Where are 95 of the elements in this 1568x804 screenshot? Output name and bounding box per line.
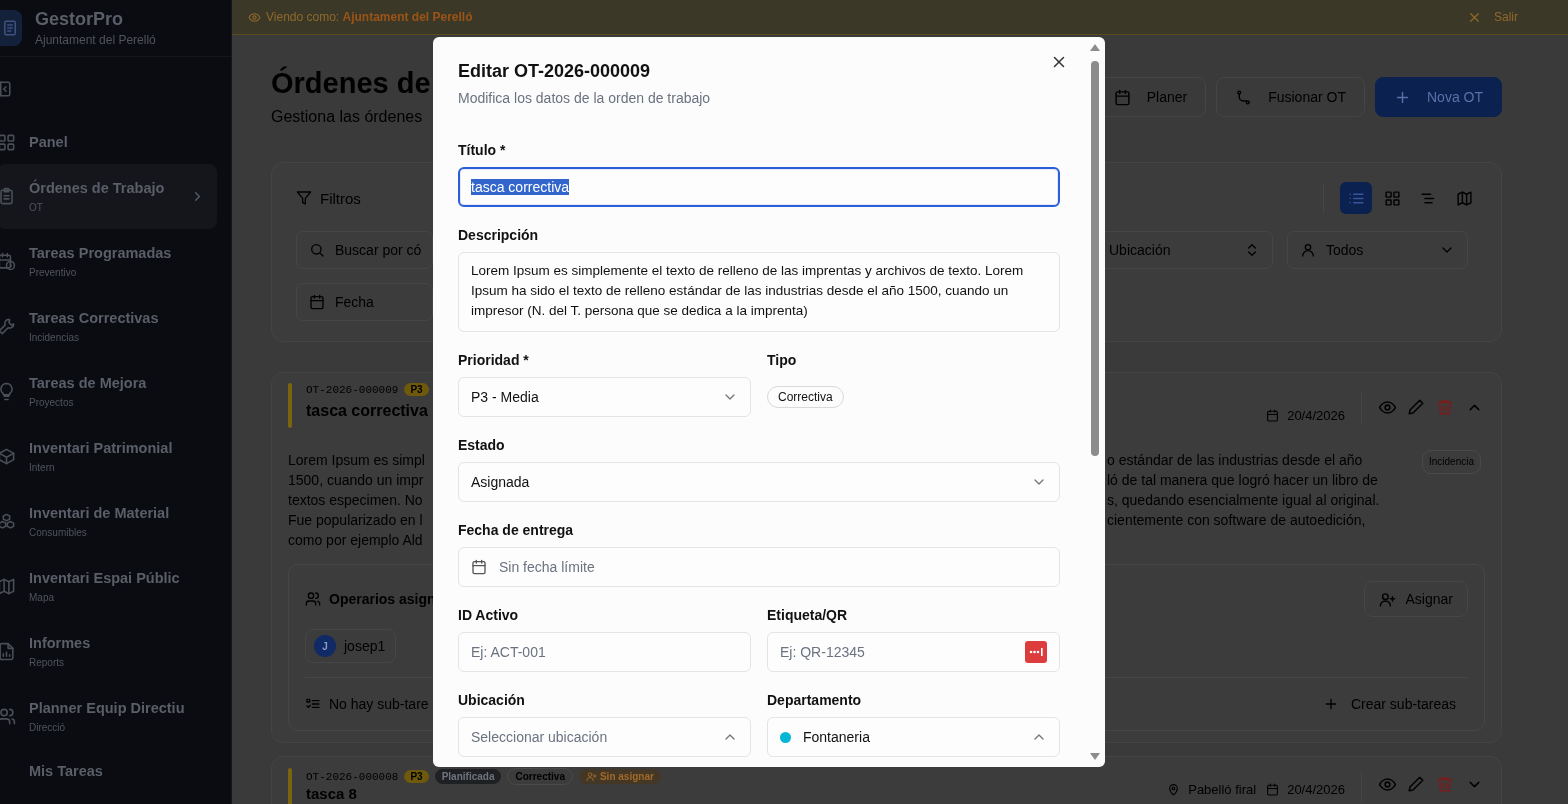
app-name: GestorPro [35,9,125,30]
status-badge: Planificada [434,769,502,784]
order-code: OT-2026-000009 [306,383,399,396]
calendar-clock-icon [0,252,16,271]
field-label: Departamento [767,692,863,709]
combobox[interactable]: Fontaneria [767,717,1060,757]
field-label: Estado [458,437,506,454]
title-field[interactable]: tasca correctiva [458,167,1060,207]
trash-icon [1436,398,1454,416]
cube-icon [0,447,16,466]
pencil-icon [1407,775,1425,793]
priority-bar [288,768,292,804]
viewing-as-text: Viendo como: Ajuntament del Perelló [266,10,473,24]
dropdown[interactable]: P3 - Media [458,377,751,417]
wrench-icon [0,317,16,336]
sidebar-item[interactable]: Inventari Patrimonial Intern [0,424,217,489]
sidebar-item[interactable]: Mis Tareas [0,749,217,793]
filter-icon [296,190,312,206]
order-title: tasca correctiva [306,402,429,420]
sidebar-item[interactable]: Informes Reports [0,619,217,684]
calendar-icon [1266,409,1280,422]
eye-icon [248,10,261,24]
sidebar-item[interactable]: Tareas Correctivas Incidencias [0,294,217,359]
due-date: 20/4/2026 [1287,782,1345,797]
sidebar-item[interactable]: Tareas Programadas Preventivo [0,229,217,294]
grid-icon [0,132,16,152]
action-button[interactable]: Nova OT [1375,77,1502,117]
avatar: J [314,635,336,657]
exit-button[interactable]: Salir [1467,9,1518,25]
calendar-icon [309,294,325,310]
map-icon [1455,189,1473,207]
action-button[interactable]: Fusionar OT [1216,77,1365,117]
assignee-select[interactable]: Todos [1287,231,1468,269]
order-code: OT-2026-000008 [306,770,399,783]
field-label: Fecha de entrega [458,522,575,539]
location-pin-icon [1167,783,1181,796]
field-label: Prioridad * [458,352,530,369]
dropdown[interactable]: Asignada [458,462,1060,502]
search-icon [309,242,325,258]
filters-label: Filtros [320,189,361,207]
date-field[interactable]: Sin fecha límite [458,547,1060,587]
page-title: Órdenes de [271,65,431,101]
order-title: tasca 8 [306,786,358,802]
priority-bar [288,383,292,428]
trash-icon [1436,775,1454,793]
user-icon [1300,242,1316,258]
qr-field[interactable]: Ej: QR-12345 [767,632,1060,672]
operator-name: josep1 [344,638,386,654]
merge-icon [1235,88,1253,106]
text-field[interactable]: Ej: ACT-001 [458,632,751,672]
assign-button[interactable]: Asignar [1363,581,1468,617]
description-text: o estándar de las industrias desde el año ló de tal manera que logró hacer un libro de s, quedando esencialmente igual al original. cientemente con software de autoedición, [1107,451,1381,530]
priority-badge: P3 [404,383,429,396]
category-tag: Incidencia [1421,450,1481,474]
clipboard-icon [0,187,16,206]
date-field[interactable]: Fecha [296,283,433,321]
field-label: Tipo [767,352,798,369]
sidebar-item[interactable]: Inventari de Material Consumibles [0,489,217,554]
grid-icon [1383,189,1401,207]
field-label: Ubicación [458,692,526,709]
view-toggle[interactable] [1340,182,1372,214]
calendar-icon [1266,783,1280,796]
field-label: Descripción [458,227,540,244]
organization-name: Ajuntament del Perelló [35,33,156,47]
field-label: ID Activo [458,607,520,624]
page-subtitle: Gestiona las órdenes [271,108,424,126]
users-icon [305,591,321,607]
sidebar-item[interactable]: Panel [0,120,217,164]
lightbulb-icon [0,382,16,401]
combobox[interactable]: Seleccionar ubicación [458,717,751,757]
status-badge: Sin asignar [578,769,661,784]
user-plus-icon [1378,590,1396,608]
cubes-icon [0,512,16,531]
sidebar-item[interactable]: Inventari Espai Públic Mapa [0,554,217,619]
field-label: Título * [458,142,507,159]
collapse-sidebar-icon[interactable] [0,79,12,98]
dialog-title: Editar OT-2026-000009 [458,61,652,82]
chart-document-icon [0,642,16,661]
map-icon [0,577,16,596]
sidebar-item[interactable]: Órdenes de Trabajo OT [0,164,217,229]
calendar-icon [471,559,487,575]
pencil-icon [1407,398,1425,416]
subtasks-empty-text: No hay sub-tare [329,696,429,712]
field-label: Etiqueta/QR [767,607,849,624]
priority-badge: P3 [404,770,429,783]
calendar-icon [1113,88,1131,106]
description-field[interactable]: Lorem Ipsum es simplemente el texto de relleno de las imprentas y archivos de texto. Lorem Ipsum ha sido el texto de relleno estándar de las industrias desde el año 1500, cuando un impresor (N. del T. persona que se dedica a la imprenta) [458,252,1060,332]
sidebar-item[interactable]: Planner Equip Directiu Direcció [0,684,217,749]
scan-button[interactable] [1025,641,1047,663]
sidebar-item[interactable]: Tareas de Mejora Proyectos [0,359,217,424]
location-text: Pabelló firal [1188,782,1257,797]
create-subtasks-button[interactable]: Crear sub-tareas [1310,696,1468,712]
users-icon [0,707,16,726]
due-date: 20/4/2026 [1287,408,1345,423]
dialog-subtitle: Modifica los datos de la orden de trabajo [458,90,712,106]
